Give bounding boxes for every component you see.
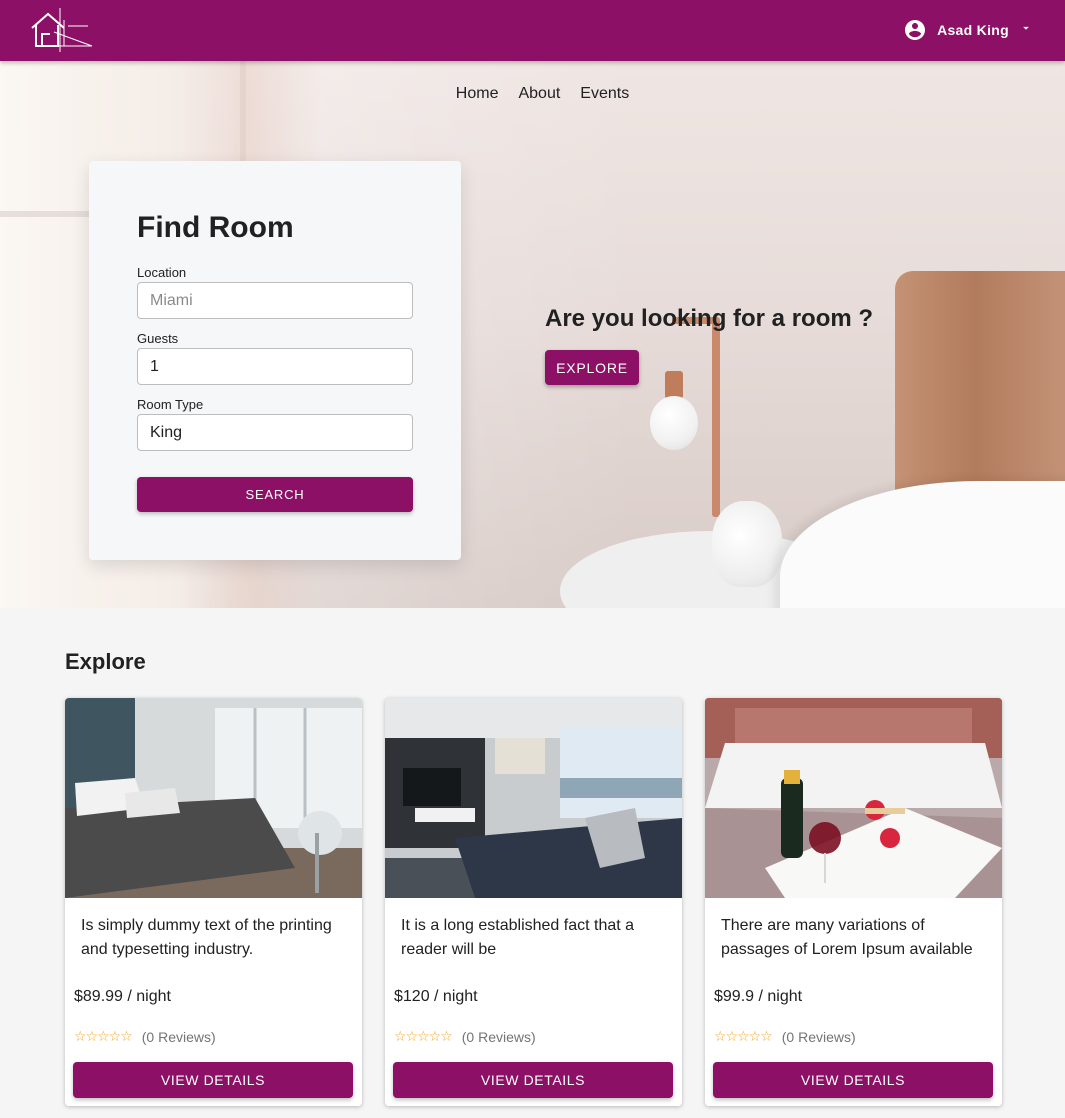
star-rating-icon[interactable]: ☆☆☆☆☆	[394, 1028, 453, 1045]
star-rating-icon[interactable]: ☆☆☆☆☆	[714, 1028, 773, 1045]
rating: ☆☆☆☆☆ (0 Reviews)	[394, 1028, 536, 1045]
view-details-button[interactable]: VIEW DETAILS	[393, 1062, 673, 1098]
room-description: There are many variations of passages of…	[721, 917, 973, 958]
account-circle-icon	[903, 18, 927, 42]
room-card: Is simply dummy text of the printing and…	[65, 698, 362, 1106]
location-input[interactable]	[137, 282, 413, 319]
room-image[interactable]	[65, 698, 362, 898]
hero-section: Home About Events Find Room Location Gue…	[0, 61, 1065, 608]
user-name: Asad King	[937, 22, 1009, 38]
location-label: Location	[137, 265, 187, 280]
room-image[interactable]	[385, 698, 682, 898]
room-price: $99.9 / night	[714, 988, 803, 1005]
room-price: $120 / night	[394, 988, 478, 1005]
main-nav: Home About Events	[0, 85, 1065, 103]
room-type-input[interactable]	[137, 414, 413, 451]
explore-button[interactable]: EXPLORE	[545, 350, 639, 385]
caret-down-icon	[1019, 21, 1033, 40]
view-details-button[interactable]: VIEW DETAILS	[713, 1062, 993, 1098]
guests-label: Guests	[137, 331, 179, 346]
room-image[interactable]	[705, 698, 1002, 898]
guests-input[interactable]	[137, 348, 413, 385]
rating: ☆☆☆☆☆ (0 Reviews)	[714, 1028, 856, 1045]
find-room-card: Find Room Location Guests Room Type SEAR…	[89, 161, 461, 560]
reviews-count: (0 Reviews)	[141, 1028, 216, 1045]
search-button[interactable]: SEARCH	[137, 477, 413, 512]
reviews-count: (0 Reviews)	[461, 1028, 536, 1045]
rating: ☆☆☆☆☆ (0 Reviews)	[74, 1028, 216, 1045]
room-description: Is simply dummy text of the printing and…	[81, 917, 332, 958]
view-details-button[interactable]: VIEW DETAILS	[73, 1062, 353, 1098]
explore-heading: Explore	[65, 649, 146, 674]
find-room-title: Find Room	[137, 211, 294, 244]
room-card: There are many variations of passages of…	[705, 698, 1002, 1106]
star-rating-icon[interactable]: ☆☆☆☆☆	[74, 1028, 133, 1045]
room-description: It is a long established fact that a rea…	[401, 917, 635, 958]
room-price: $89.99 / night	[74, 988, 171, 1005]
room-card: It is a long established fact that a rea…	[385, 698, 682, 1106]
nav-about[interactable]: About	[518, 85, 560, 103]
reviews-count: (0 Reviews)	[781, 1028, 856, 1045]
hero-question: Are you looking for a room ?	[545, 305, 874, 332]
nav-home[interactable]: Home	[456, 85, 499, 103]
user-menu[interactable]: Asad King	[903, 17, 1033, 43]
nav-events[interactable]: Events	[580, 85, 629, 103]
room-type-label: Room Type	[137, 397, 204, 412]
app-bar: Asad King	[0, 0, 1065, 61]
house-logo-icon[interactable]	[28, 6, 94, 52]
